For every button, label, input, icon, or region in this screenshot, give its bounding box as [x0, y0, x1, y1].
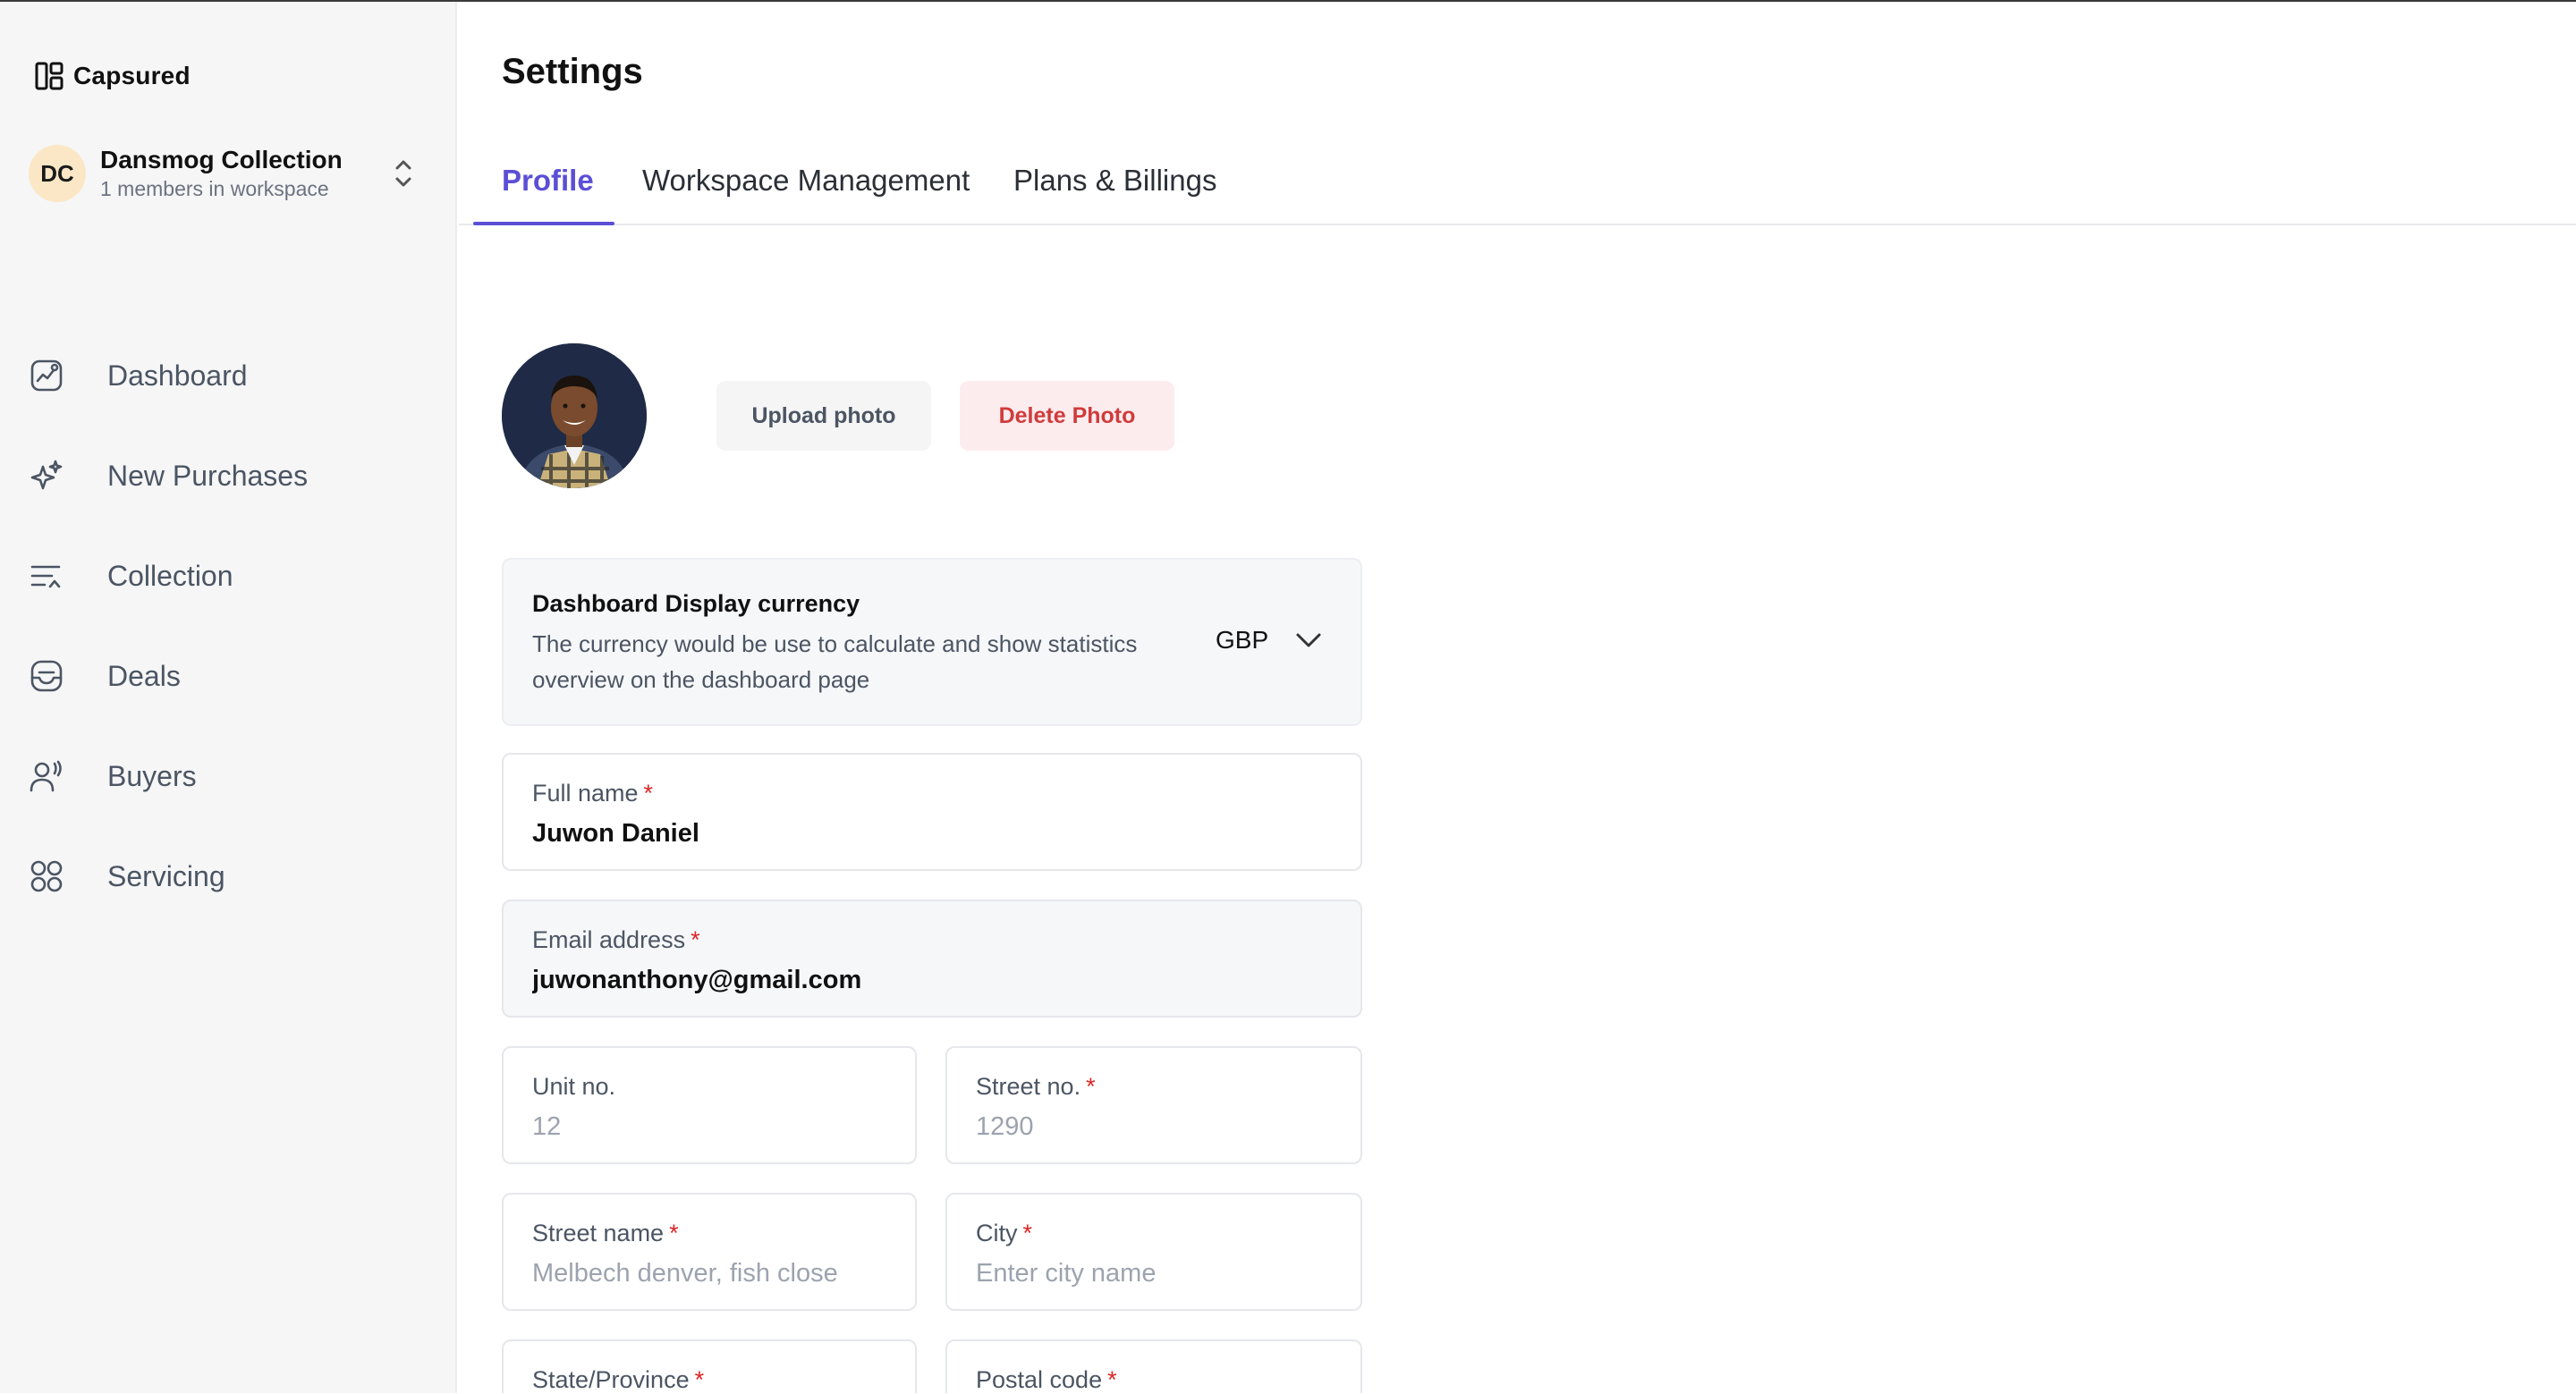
upload-photo-button[interactable]: Upload photo: [716, 381, 931, 451]
sidebar-item-label: Deals: [107, 659, 181, 692]
user-icon: [29, 758, 64, 794]
profile-avatar: [502, 343, 647, 488]
email-label: Email address *: [532, 926, 700, 953]
required-marker: *: [669, 1220, 679, 1246]
required-marker: *: [643, 780, 654, 807]
postal-code-field[interactable]: Postal code *: [945, 1339, 1362, 1393]
unit-no-input[interactable]: [532, 1109, 886, 1145]
currency-description: The currency would be use to calculate a…: [532, 630, 1138, 693]
active-tab-indicator: [473, 222, 614, 225]
street-no-field: Street no. *: [945, 1046, 1362, 1164]
main-content: Settings Profile Workspace Management Pl…: [459, 2, 2576, 1393]
email-field: Email address *: [502, 900, 1362, 1018]
sidebar-item-dashboard[interactable]: Dashboard: [0, 325, 455, 426]
state-province-label: State/Province *: [532, 1366, 705, 1393]
required-marker: *: [1086, 1073, 1096, 1100]
chevron-up-down-icon[interactable]: [392, 157, 415, 190]
list-icon: [29, 558, 64, 594]
sidebar-nav: Dashboard New Purchases Collection Deals…: [0, 325, 455, 926]
workspace-subtitle: 1 members in workspace: [100, 177, 329, 200]
street-name-field: Street name *: [502, 1193, 917, 1311]
currency-title: Dashboard Display currency: [532, 590, 860, 617]
deals-icon: [29, 658, 64, 694]
street-no-label: Street no. *: [976, 1073, 1096, 1100]
unit-no-field: Unit no.: [502, 1046, 917, 1164]
chevron-down-icon: [1296, 633, 1321, 647]
sidebar-item-label: Collection: [107, 559, 233, 592]
workspace-switcher[interactable]: DC Dansmog Collection 1 members in works…: [29, 141, 422, 206]
sidebar-item-new-purchases[interactable]: New Purchases: [0, 426, 455, 526]
sidebar-item-label: Dashboard: [107, 359, 248, 392]
tab-plans-billings[interactable]: Plans & Billings: [1013, 136, 1216, 225]
workspace-avatar: DC: [29, 145, 86, 202]
full-name-label: Full name *: [532, 780, 654, 807]
full-name-field: Full name *: [502, 753, 1362, 871]
currency-select[interactable]: GBP: [1216, 622, 1322, 658]
tab-profile[interactable]: Profile: [502, 136, 594, 225]
required-marker: *: [1022, 1220, 1033, 1246]
brand-name: Capsured: [73, 62, 191, 89]
layout-icon: [35, 62, 64, 90]
sidebar-item-label: Buyers: [107, 759, 197, 792]
full-name-input[interactable]: [532, 815, 1332, 851]
unit-no-label: Unit no.: [532, 1073, 616, 1100]
sidebar-item-deals[interactable]: Deals: [0, 626, 455, 726]
currency-value: GBP: [1216, 626, 1269, 654]
sparkle-icon: [29, 458, 64, 494]
sidebar-item-servicing[interactable]: Servicing: [0, 826, 455, 926]
brand[interactable]: Capsured: [34, 61, 191, 91]
grid-icon: [29, 858, 64, 894]
chart-icon: [29, 358, 64, 393]
sidebar-item-label: New Purchases: [107, 459, 309, 492]
sidebar-item-label: Servicing: [107, 859, 225, 892]
street-name-label: Street name *: [532, 1220, 679, 1246]
page-title: Settings: [502, 52, 643, 91]
profile-photo-row: Upload photo Delete Photo: [502, 343, 1174, 488]
sidebar: Capsured DC Dansmog Collection 1 members…: [0, 2, 457, 1393]
required-marker: *: [691, 926, 700, 953]
workspace-name: Dansmog Collection: [100, 146, 343, 173]
tab-workspace-management[interactable]: Workspace Management: [642, 136, 970, 225]
sidebar-item-collection[interactable]: Collection: [0, 526, 455, 626]
state-province-field[interactable]: State/Province *: [502, 1339, 917, 1393]
street-name-input[interactable]: [532, 1255, 886, 1291]
postal-code-label: Postal code *: [976, 1366, 1117, 1393]
sidebar-item-buyers[interactable]: Buyers: [0, 726, 455, 826]
display-currency-card: Dashboard Display currency The currency …: [502, 558, 1362, 726]
city-label: City *: [976, 1220, 1033, 1246]
city-field: City *: [945, 1193, 1362, 1311]
delete-photo-button[interactable]: Delete Photo: [960, 381, 1174, 451]
required-marker: *: [694, 1366, 705, 1393]
email-input[interactable]: [532, 962, 1332, 998]
city-input[interactable]: [976, 1255, 1332, 1291]
street-no-input[interactable]: [976, 1109, 1332, 1145]
settings-tabs: Profile Workspace Management Plans & Bil…: [459, 136, 2576, 225]
required-marker: *: [1107, 1366, 1117, 1393]
